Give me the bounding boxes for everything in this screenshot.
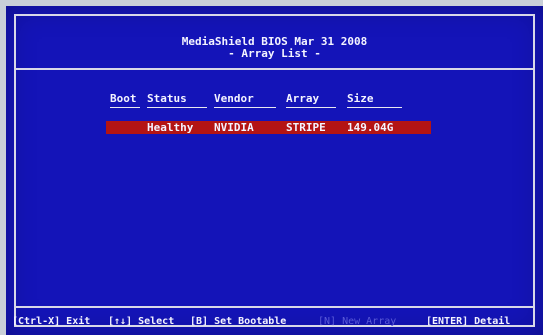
exit-hint[interactable]: [Ctrl-X] Exit (12, 316, 90, 327)
array-row-vendor: NVIDIA (214, 121, 254, 134)
bios-title: MediaShield BIOS Mar 31 2008 - Array Lis… (6, 36, 543, 60)
detail-hint[interactable]: [ENTER] Detail (426, 316, 510, 327)
column-underline-status (147, 107, 207, 108)
array-row-size: 149.04G (347, 121, 394, 134)
array-row-status: Healthy (147, 121, 194, 134)
header-divider (14, 68, 535, 70)
column-underline-boot (110, 107, 140, 108)
set-bootable-hint[interactable]: [B] Set Bootable (190, 316, 286, 327)
column-header-status: Status (147, 92, 187, 105)
column-header-vendor: Vendor (214, 92, 254, 105)
key-hints-bar: [Ctrl-X] Exit [↑↓] Select [B] Set Bootab… (6, 316, 543, 330)
array-row-array: STRIPE (286, 121, 326, 134)
column-underline-vendor (214, 107, 276, 108)
bios-screen: MediaShield BIOS Mar 31 2008 - Array Lis… (6, 6, 543, 335)
new-array-hint: [N] New Array (318, 316, 397, 327)
column-header-boot: Boot (110, 92, 137, 105)
bios-title-line2: - Array List - (228, 47, 321, 60)
column-underline-array (286, 107, 336, 108)
footer-divider (14, 306, 535, 308)
column-header-array: Array (286, 92, 320, 105)
bios-frame (14, 14, 535, 327)
column-underline-size (347, 107, 402, 108)
select-hint[interactable]: [↑↓] Select (108, 316, 174, 327)
column-header-size: Size (347, 92, 374, 105)
